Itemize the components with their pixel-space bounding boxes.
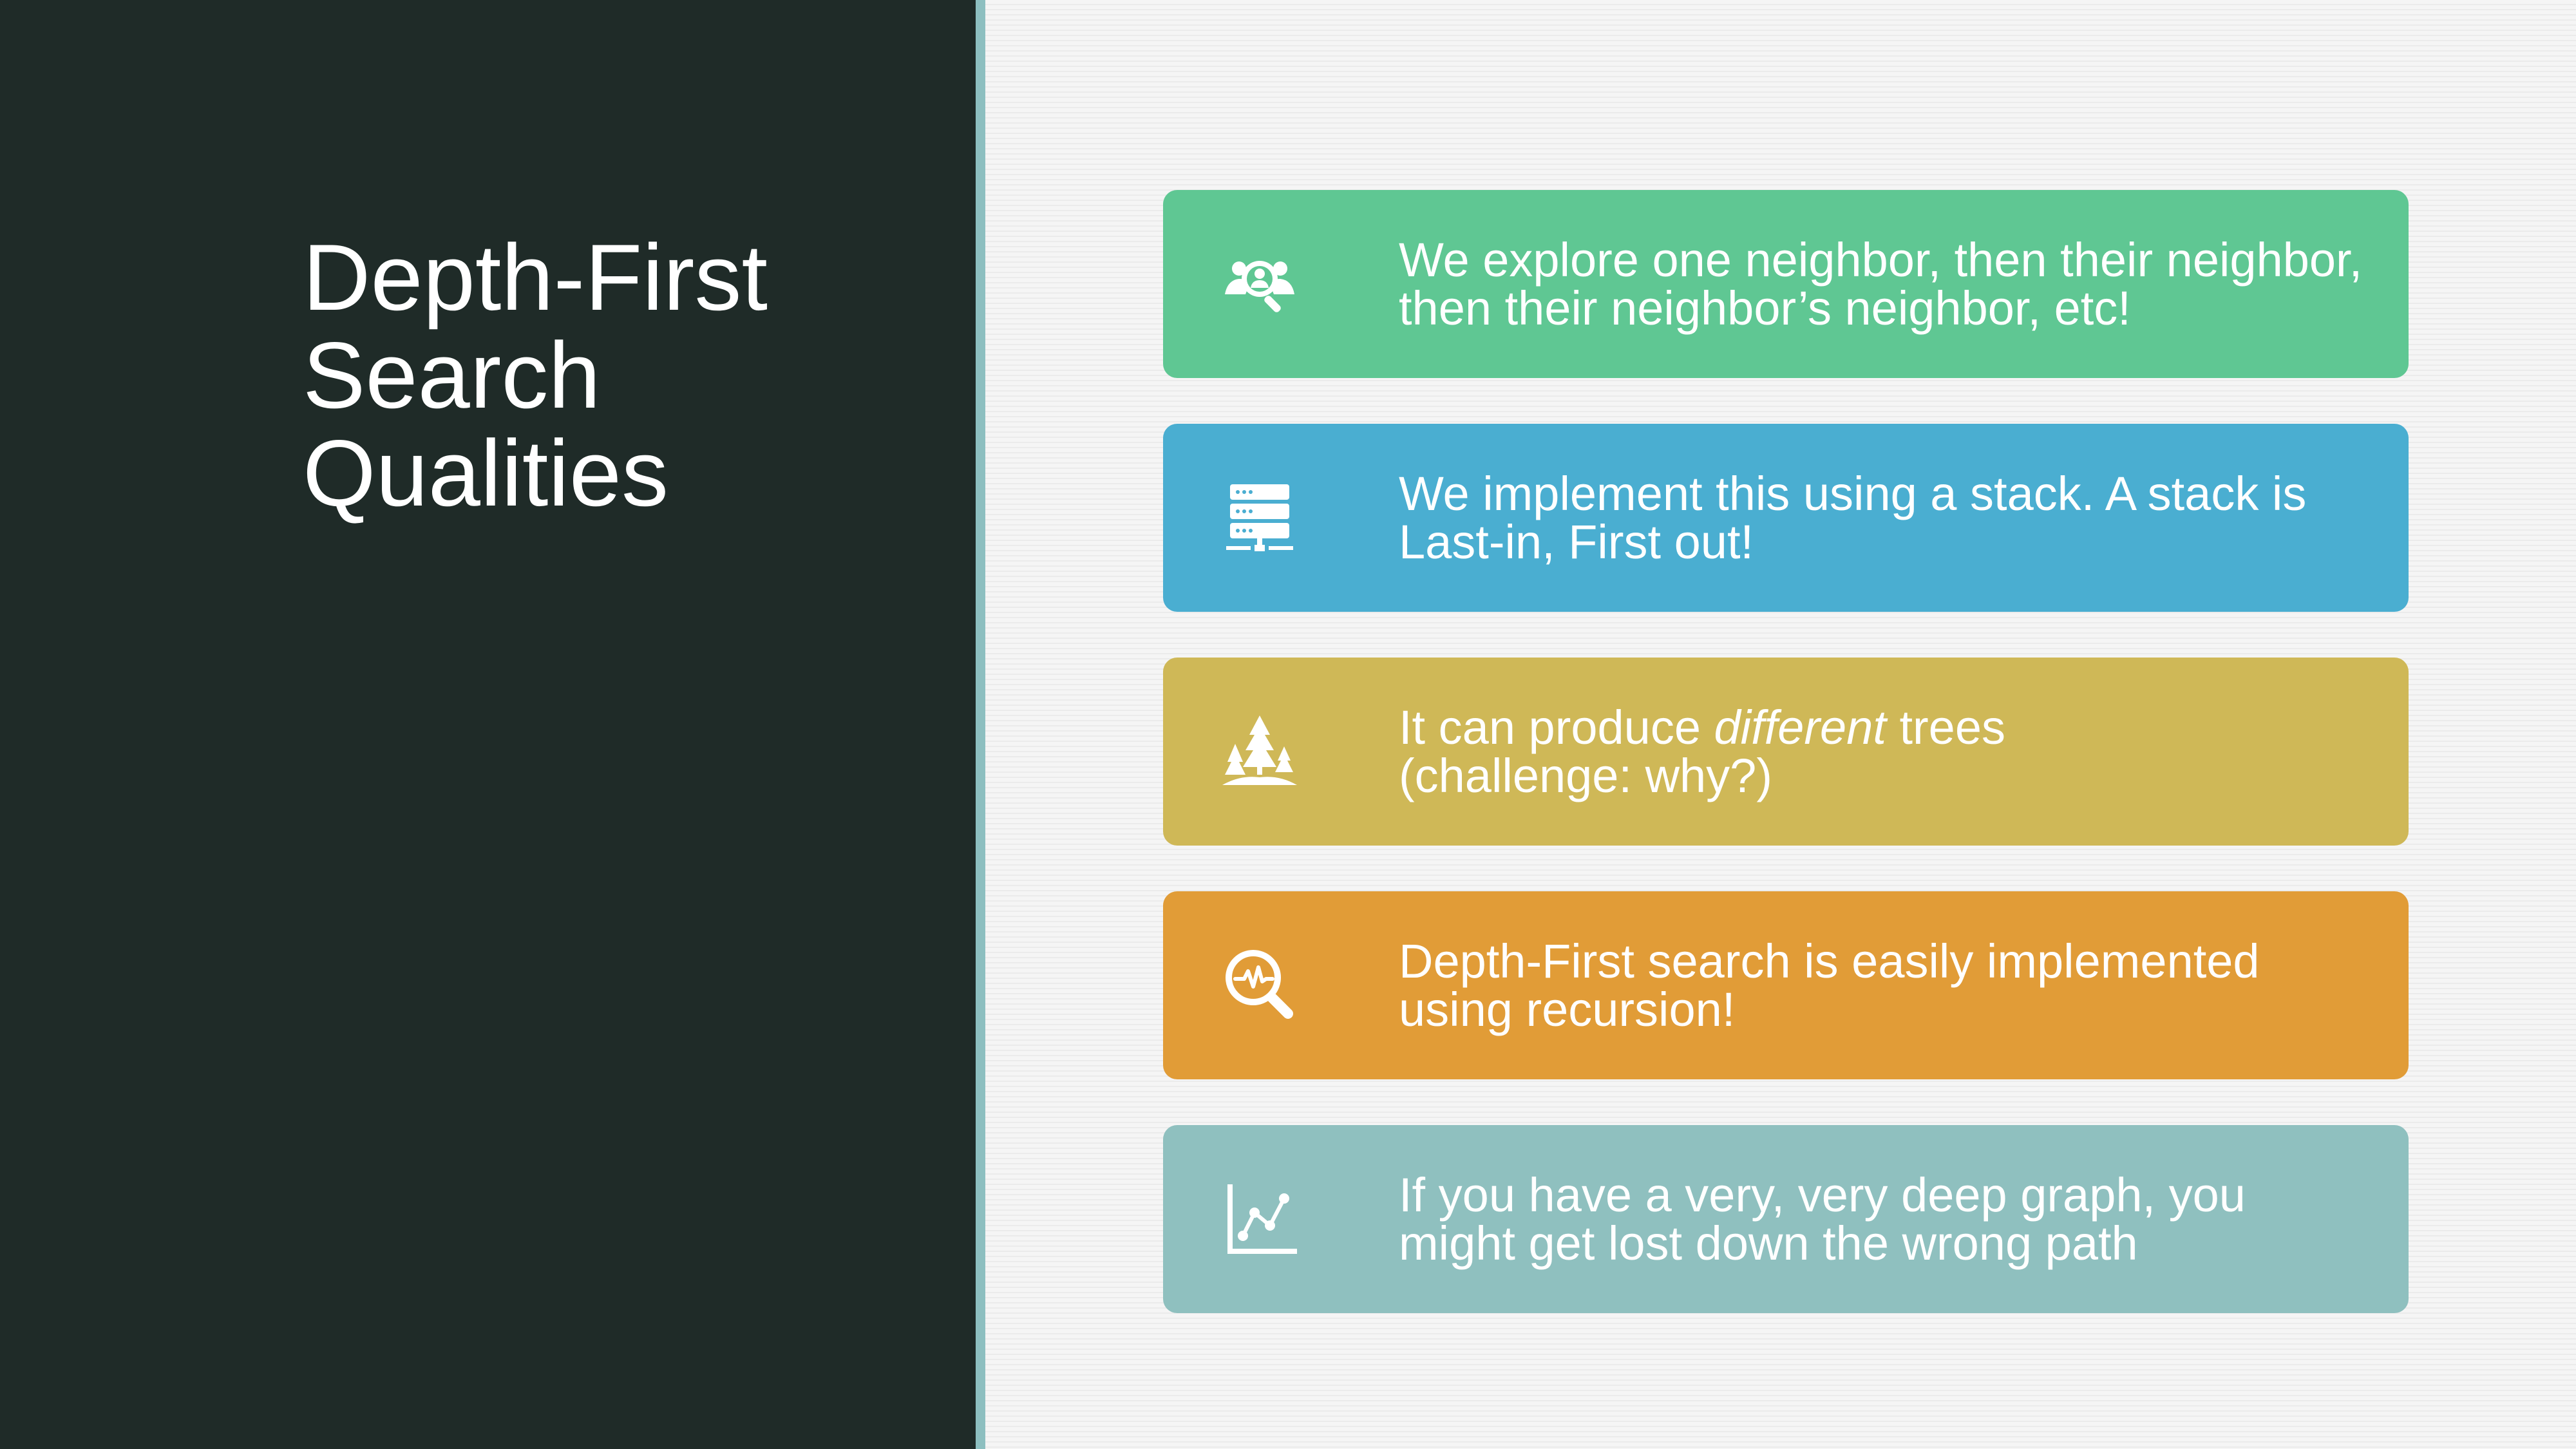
server-stack-icon	[1221, 479, 1298, 556]
card-text: If you have a very, very deep graph, you…	[1399, 1125, 2391, 1313]
quality-card-stack: We implement this using a stack. A stack…	[1163, 424, 2409, 612]
slide-title: Depth-First Search Qualities	[303, 229, 882, 522]
card-text-emphasis: different	[1714, 701, 1886, 754]
quality-card-trees: It can produce different trees (challeng…	[1163, 658, 2409, 846]
card-line: We implement this using a stack. A stack…	[1399, 467, 2307, 520]
card-line: using recursion!	[1399, 983, 1736, 1036]
card-line: (challenge: why?)	[1399, 749, 1772, 802]
card-line: Depth-First search is easily implemented	[1399, 934, 2260, 988]
magnifier-pulse-icon	[1221, 947, 1298, 1024]
card-line: then their neighbor’s neighbor, etc!	[1399, 281, 2131, 335]
line-chart-icon	[1221, 1180, 1298, 1258]
card-text-segment: trees	[1886, 701, 2005, 754]
title-panel: Depth-First Search Qualities	[0, 0, 976, 1449]
panel-divider	[976, 0, 985, 1449]
card-text-segment: It can produce	[1399, 701, 1714, 754]
card-line: might get lost down the wrong path	[1399, 1217, 2138, 1270]
card-line: We explore one neighbor, then their neig…	[1399, 233, 2363, 287]
people-search-icon	[1221, 245, 1298, 323]
quality-card-deep-graph: If you have a very, very deep graph, you…	[1163, 1125, 2409, 1313]
title-line-1: Depth-First	[303, 225, 768, 330]
card-text: We implement this using a stack. A stack…	[1399, 424, 2391, 612]
card-text: We explore one neighbor, then their neig…	[1399, 190, 2391, 378]
title-line-3: Qualities	[303, 421, 669, 526]
trees-icon	[1221, 713, 1298, 790]
card-text: Depth-First search is easily implemented…	[1399, 891, 2391, 1079]
quality-card-recursion: Depth-First search is easily implemented…	[1163, 891, 2409, 1079]
card-line: Last-in, First out!	[1399, 515, 1754, 569]
card-line: It can produce different trees	[1399, 703, 2391, 752]
quality-card-explore: We explore one neighbor, then their neig…	[1163, 190, 2409, 378]
card-text: It can produce different trees (challeng…	[1399, 658, 2391, 846]
title-line-2: Search	[303, 323, 601, 428]
card-line: If you have a very, very deep graph, you	[1399, 1168, 2246, 1222]
